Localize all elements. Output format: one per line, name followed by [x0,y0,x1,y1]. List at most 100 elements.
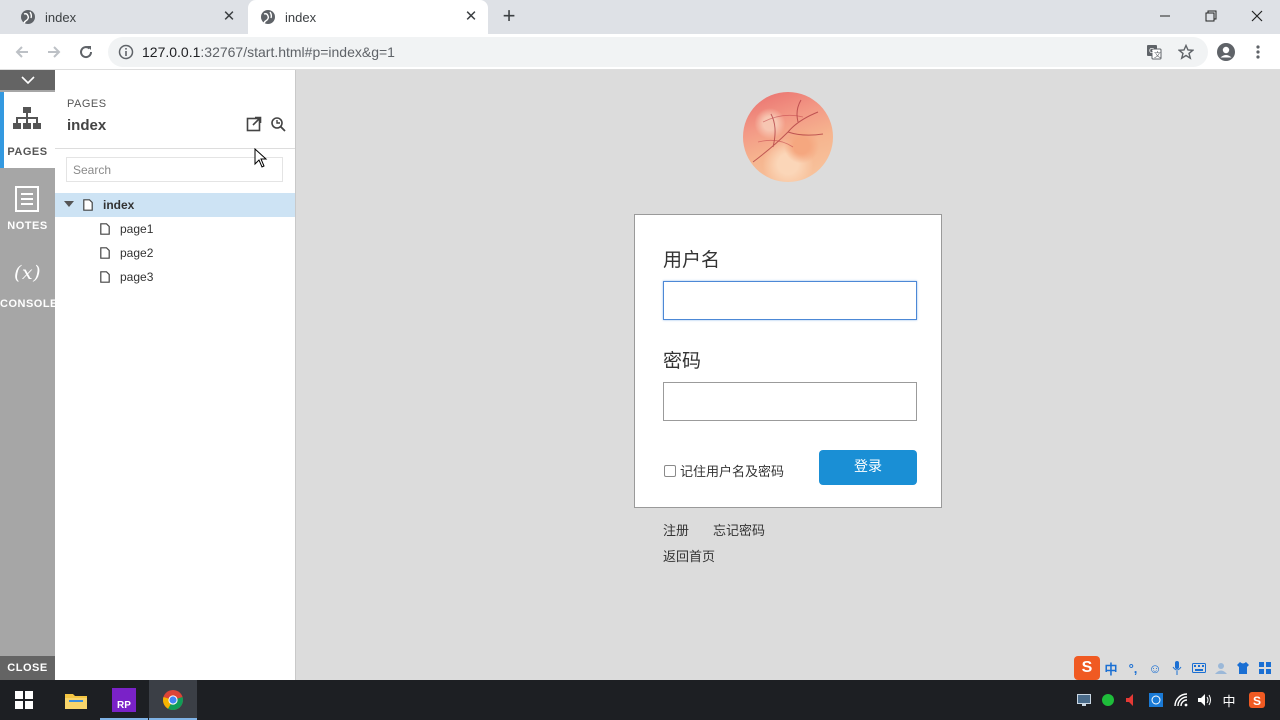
emoji-icon[interactable]: ☺ [1144,658,1166,678]
shirt-glyph [1237,662,1249,674]
browser-toolbar: 127.0.0.1:32767/start.html#p=index&g=1 文… [0,34,1280,70]
sogou-icon: S [1249,692,1265,708]
tray-network-app-icon[interactable] [1144,680,1168,720]
chevron-down-icon [20,76,35,84]
register-link[interactable]: 注册 [663,520,689,539]
toolbox-icon[interactable] [1254,658,1276,678]
user-icon[interactable] [1210,658,1232,678]
green-circle-icon [1102,694,1114,706]
tree-item-page2[interactable]: page2 [55,241,295,265]
browser-tab-2[interactable]: index ✕ [248,0,488,34]
username-input[interactable] [663,281,917,320]
login-card: 用户名 密码 记住用户名及密码 登录 [634,214,942,508]
globe-icon [21,10,35,24]
speaker-icon [1126,694,1133,706]
windows-logo-icon [15,691,33,709]
minimize-icon [1160,15,1170,17]
ime-mode-button[interactable]: 中 [1100,658,1122,678]
page-icon [100,247,110,259]
page-icon [83,199,93,211]
rail-pages-tab[interactable]: PAGES [0,92,55,168]
minimize-button[interactable] [1142,0,1188,32]
start-button[interactable] [0,680,48,720]
punctuation-icon[interactable]: °, [1122,658,1144,678]
tab-title: index [45,9,77,25]
keyboard-icon[interactable] [1188,658,1210,678]
axure-rp-button[interactable]: RP [100,680,148,720]
login-button[interactable]: 登录 [819,450,917,485]
tree-item-index[interactable]: index [55,193,295,217]
close-tab-icon[interactable]: ✕ [464,9,478,24]
rail-close-button[interactable]: CLOSE [0,656,55,680]
tray-language[interactable]: 中 [1217,680,1241,720]
sogou-logo-icon[interactable]: S [1074,656,1100,680]
new-tab-button[interactable]: + [498,5,520,28]
tray-display-icon[interactable] [1072,680,1096,720]
forgot-password-link[interactable]: 忘记密码 [713,520,765,539]
reload-button[interactable] [74,40,98,64]
monitor-icon [1077,694,1091,706]
sitemap-icon [13,107,41,129]
rail-console-label: CONSOLE [0,298,58,310]
forward-button[interactable] [42,40,66,64]
tree-item-label: index [103,198,135,212]
microphone-icon[interactable] [1166,658,1188,678]
tray-volume-icon[interactable] [1193,680,1217,720]
password-label: 密码 [663,350,702,372]
tree-item-label: page1 [120,222,154,236]
page-search-input[interactable] [66,157,283,182]
ime-toolbar: S 中 °, ☺ [1074,656,1280,680]
translate-button[interactable]: 文G [1142,40,1166,64]
skin-icon[interactable] [1232,658,1254,678]
open-in-new-icon[interactable] [246,116,262,132]
remember-checkbox[interactable] [664,464,676,477]
tree-item-page1[interactable]: page1 [55,217,295,241]
mic-glyph [1172,661,1182,675]
address-bar[interactable]: 127.0.0.1:32767/start.html#p=index&g=1 [108,37,1208,67]
tree-item-page3[interactable]: page3 [55,265,295,289]
tray-sogou-icon[interactable]: S [1245,680,1269,720]
restore-icon [1205,10,1217,22]
translate-icon: 文G [1147,45,1162,60]
tree-item-label: page2 [120,246,154,260]
chrome-icon [163,690,183,711]
tray-speaker-red-icon[interactable] [1120,680,1144,720]
rail-console-tab[interactable]: (x) CONSOLE [0,260,58,330]
bookmark-button[interactable] [1174,40,1198,64]
wifi-icon [1174,693,1188,707]
close-tab-icon[interactable]: ✕ [222,9,236,24]
panel-title: index [67,117,107,134]
folder-icon [65,694,87,709]
axure-sidebar-rail: PAGES NOTES (x) CONSOLE CLOSE [0,70,58,680]
page-search-icon[interactable] [270,116,286,132]
volume-icon [1198,694,1211,706]
tray-status-icon[interactable] [1096,680,1120,720]
rail-notes-label: NOTES [7,220,48,232]
variable-icon: (x) [13,262,42,284]
expand-arrow-icon[interactable] [64,201,74,207]
collapse-toggle[interactable] [0,70,55,90]
tray-wifi-icon[interactable] [1170,680,1194,720]
rail-notes-tab[interactable]: NOTES [0,180,55,250]
user-glyph [1215,663,1227,674]
file-explorer-button[interactable] [52,680,100,720]
remember-checkbox-row[interactable]: 记住用户名及密码 [664,461,784,480]
tab-title: index [285,9,317,25]
page-icon [100,271,110,283]
profile-button[interactable] [1214,40,1238,64]
globe-icon [261,10,275,24]
page-icon [100,223,110,235]
restore-button[interactable] [1188,0,1234,32]
browser-tab-1[interactable]: index ✕ [0,0,246,34]
grid-glyph [1259,662,1271,674]
menu-button[interactable] [1246,40,1270,64]
back-home-link[interactable]: 返回首页 [663,546,715,565]
close-window-button[interactable] [1234,0,1280,32]
rail-pages-label: PAGES [7,146,48,158]
svg-text:RP: RP [117,700,131,711]
svg-text:文: 文 [1154,50,1161,59]
chrome-button[interactable] [149,680,197,720]
password-input[interactable] [663,382,917,421]
back-button[interactable] [10,40,34,64]
mouse-cursor-icon [254,148,268,168]
